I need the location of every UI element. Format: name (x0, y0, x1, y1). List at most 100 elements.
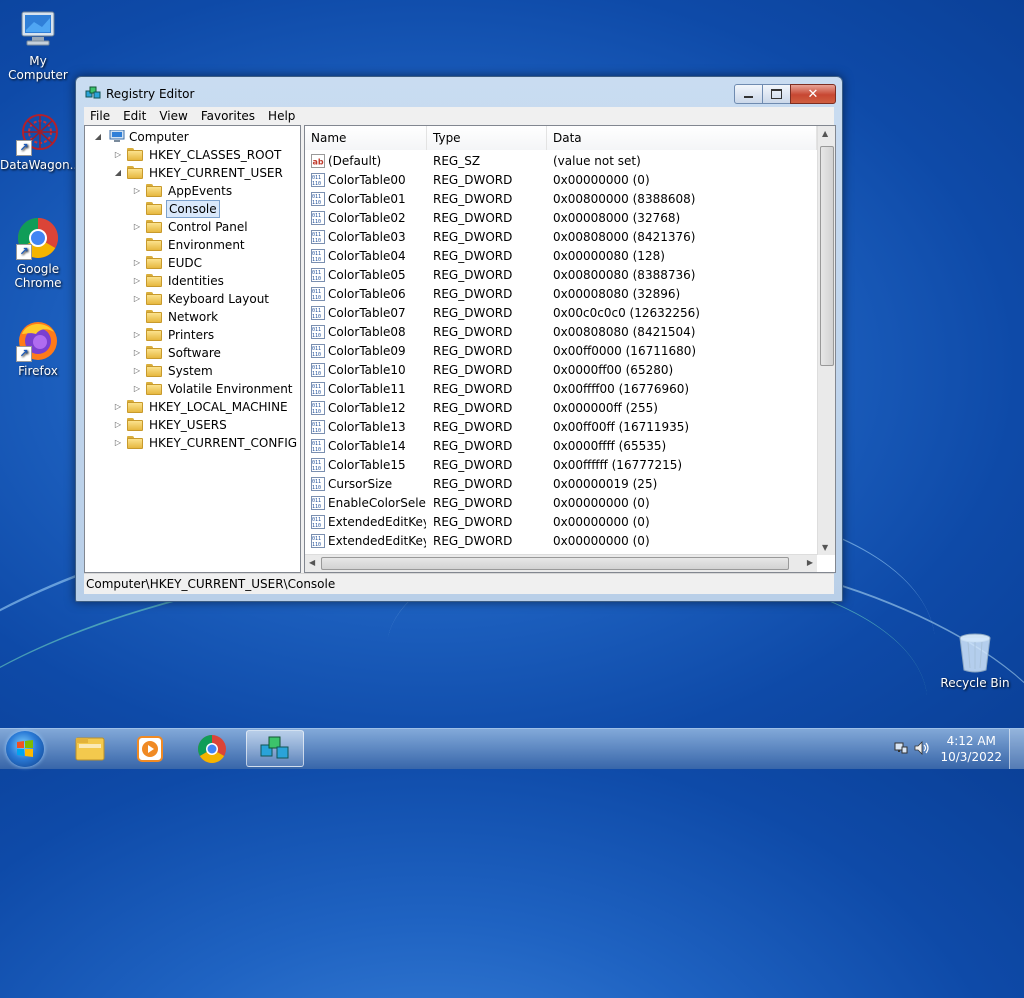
list-item[interactable]: 011 110 ColorTable08 REG_DWORD 0x00808080 (8… (305, 323, 817, 342)
scroll-right-icon[interactable]: ▶ (807, 558, 813, 567)
desktop-icon-firefox[interactable]: ↗ Firefox (0, 318, 76, 378)
value-data: 0x00ffffff (16777215) (553, 458, 683, 472)
list-item[interactable]: 011 110 ColorTable05 REG_DWORD 0x00800080 (8… (305, 266, 817, 285)
list-item[interactable]: 011110EnableColorSele... REG_DWORD 0x00000… (305, 494, 817, 513)
tree-item-label: System (168, 364, 213, 378)
expand-arrow-icon[interactable]: ▷ (132, 272, 142, 290)
desktop-icon-my-computer[interactable]: My Computer (0, 8, 76, 82)
value-name: ColorTable02 (328, 211, 406, 225)
value-data: 0x00000000 (0) (553, 534, 650, 548)
tree-item-label: HKEY_CURRENT_CONFIG (149, 436, 298, 450)
list-item[interactable]: 011 110 ColorTable01 REG_DWORD 0x00800000 (8… (305, 190, 817, 209)
menu-edit[interactable]: Edit (117, 109, 153, 123)
list-item[interactable]: 011 110 ColorTable10 REG_DWORD 0x0000ff00 (6… (305, 361, 817, 380)
scroll-left-icon[interactable]: ◀ (309, 558, 315, 567)
folder-icon (146, 292, 162, 305)
list-item[interactable]: 011 110 ColorTable09 REG_DWORD 0x00ff0000 (1… (305, 342, 817, 361)
list-item[interactable]: 011 110 ColorTable00 REG_DWORD 0x00000000 (0… (305, 171, 817, 190)
value-name: ColorTable11 (328, 382, 406, 396)
clock[interactable]: 4:12 AM 10/3/2022 (940, 733, 1002, 765)
taskbar-media-player[interactable] (122, 730, 178, 767)
column-header-name[interactable]: Name (305, 126, 427, 150)
taskbar-registry-editor[interactable] (246, 730, 304, 767)
vertical-scrollbar[interactable]: ▲ ▼ (817, 126, 835, 555)
menu-favorites[interactable]: Favorites (195, 109, 262, 123)
value-type: REG_DWORD (433, 230, 513, 244)
list-item[interactable]: ab (Default) REG_SZ (value not set) (305, 152, 817, 171)
expand-arrow-icon[interactable]: ▷ (113, 146, 123, 164)
expand-arrow-icon[interactable]: ▷ (132, 290, 142, 308)
registry-editor-window[interactable]: Registry Editor ✕ File Edit View Favorit… (75, 76, 843, 602)
network-icon[interactable] (894, 741, 908, 755)
show-desktop-button[interactable] (1009, 729, 1024, 769)
expand-arrow-icon[interactable]: ▷ (132, 182, 142, 200)
tree-item-label: Network (168, 310, 219, 324)
list-item[interactable]: 011 110 ColorTable02 REG_DWORD 0x00008000 (3… (305, 209, 817, 228)
title-bar[interactable]: Registry Editor ✕ (76, 77, 842, 106)
horizontal-scroll-thumb[interactable] (321, 557, 789, 570)
expand-arrow-icon[interactable]: ▷ (132, 218, 142, 236)
list-item[interactable]: 011 110 ColorTable15 REG_DWORD 0x00ffffff (1… (305, 456, 817, 475)
list-item[interactable]: 011 110 ColorTable14 REG_DWORD 0x0000ffff (6… (305, 437, 817, 456)
tree-item-label: Environment (168, 238, 245, 252)
desktop-icon-recycle-bin[interactable]: Recycle Bin (937, 630, 1013, 690)
desktop-icon-google-chrome[interactable]: ↗ Google Chrome (0, 216, 76, 290)
value-type: REG_DWORD (433, 268, 513, 282)
desktop-icon-datawagon[interactable]: ↗ DataWagon... (0, 112, 81, 172)
list-item[interactable]: 011 110 ColorTable07 REG_DWORD 0x00c0c0c0 (1… (305, 304, 817, 323)
vertical-scroll-thumb[interactable] (820, 146, 834, 366)
list-item[interactable]: 011 110 ColorTable06 REG_DWORD 0x00008080 (3… (305, 285, 817, 304)
list-item[interactable]: 011 110 ColorTable04 REG_DWORD 0x00000080 (1… (305, 247, 817, 266)
binary-value-icon: 011 110 (311, 439, 325, 453)
list-item[interactable]: 011 110 ColorTable12 REG_DWORD 0x000000ff (2… (305, 399, 817, 418)
scroll-up-icon[interactable]: ▲ (822, 129, 828, 138)
expand-arrow-icon[interactable]: ▷ (113, 416, 123, 434)
start-button[interactable] (6, 731, 44, 767)
menu-file[interactable]: File (84, 109, 117, 123)
list-item[interactable]: 011110ExtendedEditKey... REG_DWORD 0x00000… (305, 532, 817, 551)
collapse-arrow-icon[interactable]: ◢ (93, 128, 103, 146)
column-header-type[interactable]: Type (427, 126, 547, 150)
list-item[interactable]: 011 110 CursorSize REG_DWORD 0x00000019 (25) (305, 475, 817, 494)
horizontal-scrollbar[interactable]: ◀ ▶ (305, 554, 817, 572)
value-name: ColorTable03 (328, 230, 406, 244)
volume-icon[interactable] (914, 741, 930, 755)
expand-arrow-icon[interactable]: ▷ (132, 362, 142, 380)
list-item[interactable]: 011 110 ColorTable11 REG_DWORD 0x00ffff00 (1… (305, 380, 817, 399)
expand-arrow-icon[interactable]: ▷ (132, 380, 142, 398)
binary-value-icon: 011 110 (311, 192, 325, 206)
folder-icon (146, 364, 162, 377)
list-item[interactable]: 011 110 ExtendedEditKey REG_DWORD 0x00000000… (305, 513, 817, 532)
maximize-button[interactable] (762, 84, 791, 104)
key-tree[interactable]: ◢ Computer ▷ HKEY_CLASSES_ROOT ◢ HKEY_CURRE… (84, 125, 301, 573)
value-data: 0x00ff0000 (16711680) (553, 344, 697, 358)
expand-arrow-icon[interactable]: ▷ (113, 398, 123, 416)
close-button[interactable]: ✕ (790, 84, 836, 104)
value-list[interactable]: Name Type Data ab (Default) REG_SZ (value n… (304, 125, 836, 573)
expand-arrow-icon[interactable]: ▷ (132, 344, 142, 362)
scroll-down-icon[interactable]: ▼ (822, 543, 828, 552)
taskbar-file-explorer[interactable] (62, 730, 118, 767)
folder-icon (146, 202, 162, 215)
tree-item-label: Software (168, 346, 221, 360)
collapse-arrow-icon[interactable]: ◢ (113, 164, 123, 182)
expand-arrow-icon[interactable]: ▷ (132, 254, 142, 272)
svg-text:110: 110 (312, 333, 321, 339)
value-type: REG_DWORD (433, 401, 513, 415)
minimize-icon (744, 96, 753, 98)
svg-text:110: 110 (312, 447, 321, 453)
list-item[interactable]: 011 110 ColorTable03 REG_DWORD 0x00808000 (8… (305, 228, 817, 247)
expand-arrow-icon[interactable]: ▷ (132, 326, 142, 344)
list-item[interactable]: 011 110 ColorTable13 REG_DWORD 0x00ff00ff (1… (305, 418, 817, 437)
minimize-button[interactable] (734, 84, 763, 104)
menu-view[interactable]: View (153, 109, 194, 123)
svg-text:110: 110 (312, 314, 321, 320)
taskbar-chrome[interactable] (184, 730, 240, 767)
column-header-data[interactable]: Data (547, 126, 817, 150)
tree-item-label: HKEY_USERS (149, 418, 227, 432)
folder-icon (146, 310, 162, 323)
menu-help[interactable]: Help (262, 109, 302, 123)
value-name: ExtendedEditKey... (328, 534, 426, 548)
value-type: REG_DWORD (433, 382, 513, 396)
expand-arrow-icon[interactable]: ▷ (113, 434, 123, 452)
